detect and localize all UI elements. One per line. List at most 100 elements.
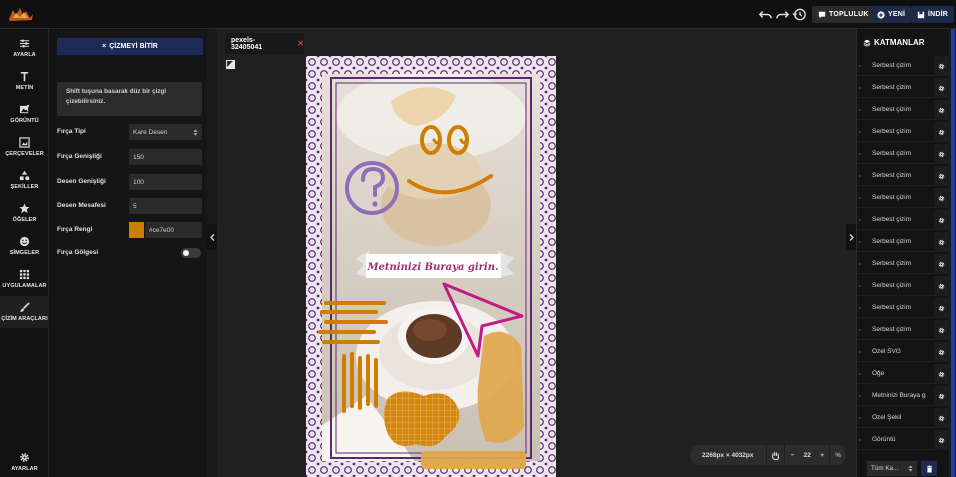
sidebar-label: SİMGELER <box>9 250 40 256</box>
sidebar-item-drawing-tools[interactable]: ÇİZİM ARAÇLARI <box>0 296 49 328</box>
layer-settings-button[interactable] <box>934 320 949 340</box>
sidebar-item-apps[interactable]: UYGULAMALAR <box>0 263 49 295</box>
collapse-left-panel-button[interactable] <box>207 224 217 250</box>
brush-width-input[interactable]: 150 <box>129 149 202 165</box>
layer-settings-button[interactable] <box>934 276 949 296</box>
delete-layers-button[interactable] <box>921 461 937 476</box>
layer-name: Serbest çizim <box>872 282 912 289</box>
pattern-width-input[interactable]: 100 <box>129 174 202 190</box>
sidebar-item-frames[interactable]: ÇERÇEVELER <box>0 131 49 163</box>
layer-row[interactable]: Serbest çizim <box>857 78 949 98</box>
finish-drawing-button[interactable]: × ÇİZMEYİ BİTİR <box>57 38 203 55</box>
finish-drawing-label: ÇİZMEYİ BİTİR <box>109 43 158 50</box>
layer-settings-button[interactable] <box>934 364 949 384</box>
layer-settings-button[interactable] <box>934 78 949 98</box>
sidebar-item-adjust[interactable]: AYARLA <box>0 32 49 64</box>
brush-color-swatch[interactable] <box>129 222 144 238</box>
layer-name: Özel Şekil <box>872 414 902 421</box>
sidebar-item-image[interactable]: GÖRÜNTÜ <box>0 98 49 130</box>
layer-row[interactable]: Serbest çizim <box>857 188 949 208</box>
layer-settings-button[interactable] <box>934 342 949 362</box>
collapse-right-panel-button[interactable] <box>846 224 856 250</box>
community-button[interactable]: TOPLULUK <box>812 6 875 23</box>
layer-settings-button[interactable] <box>934 232 949 252</box>
layer-row[interactable]: Öğe <box>857 364 949 384</box>
top-bar: TOPLULUK YENİ İNDİR <box>0 0 956 29</box>
shapes-icon <box>19 170 30 181</box>
sidebar-item-shapes[interactable]: ŞEKİLLER <box>0 164 49 196</box>
layer-settings-button[interactable] <box>934 144 949 164</box>
history-icon[interactable] <box>792 7 807 22</box>
sidebar-item-icons[interactable]: SİMGELER <box>0 230 49 262</box>
diagonal-pattern-stroke <box>477 331 524 443</box>
layer-visibility-dot <box>859 109 861 111</box>
pattern-distance-input[interactable]: 5 <box>129 198 202 214</box>
layer-settings-button[interactable] <box>934 430 949 450</box>
scrollbar-thumb[interactable] <box>951 29 955 477</box>
layers-scrollbar[interactable] <box>949 29 956 477</box>
layer-row[interactable]: Serbest çizim <box>857 144 949 164</box>
zoom-out-button[interactable]: − <box>785 445 799 465</box>
layer-settings-button[interactable] <box>934 254 949 274</box>
redo-icon[interactable] <box>775 7 790 22</box>
brush-shadow-toggle[interactable] <box>181 248 201 258</box>
design-artboard[interactable]: Metninizi Buraya girin. <box>306 56 556 477</box>
canvas-corner-icon[interactable] <box>226 60 235 69</box>
canvas-tab[interactable]: pexels-32405041 ✕ <box>225 33 304 54</box>
sidebar-item-settings[interactable]: AYARLAR <box>0 446 49 477</box>
layer-row[interactable]: Görüntü <box>857 430 949 450</box>
select-arrows-icon <box>193 129 198 135</box>
layer-settings-button[interactable] <box>934 56 949 76</box>
layer-visibility-dot <box>859 65 861 67</box>
layer-row[interactable]: Serbest çizim <box>857 122 949 142</box>
gear-icon <box>938 85 945 91</box>
pan-hand-button[interactable] <box>767 445 785 465</box>
layer-settings-button[interactable] <box>934 408 949 428</box>
sidebar-item-text[interactable]: METİN <box>0 65 49 97</box>
layer-settings-button[interactable] <box>934 386 949 406</box>
layer-settings-button[interactable] <box>934 166 949 186</box>
download-label: İNDİR <box>928 11 949 18</box>
gear-icon <box>938 305 945 311</box>
layer-row[interactable]: Serbest çizim <box>857 100 949 120</box>
brush-color-label: Fırça Rengi <box>57 226 93 233</box>
layer-row[interactable]: Serbest çizim <box>857 210 949 230</box>
sidebar-item-elements[interactable]: ÖĞELER <box>0 197 49 229</box>
app-logo[interactable] <box>8 6 34 22</box>
brush-type-select[interactable]: Kare Desen <box>129 124 202 140</box>
layer-settings-button[interactable] <box>934 188 949 208</box>
close-tab-icon[interactable]: ✕ <box>297 39 304 48</box>
layer-row[interactable]: Serbest çizim <box>857 232 949 252</box>
layer-row[interactable]: Serbest çizim <box>857 166 949 186</box>
zoom-bar: 2268px × 4032px − 22 + % <box>690 445 846 465</box>
undo-icon[interactable] <box>758 7 773 22</box>
layer-settings-button[interactable] <box>934 298 949 318</box>
zoom-in-button[interactable]: + <box>815 445 829 465</box>
layer-row[interactable]: Serbest çizim <box>857 276 949 296</box>
canvas-tab-title: pexels-32405041 <box>231 36 263 51</box>
layer-filter-select[interactable]: Tüm Ka... <box>867 461 917 476</box>
layer-row[interactable]: Serbest çizim <box>857 320 949 340</box>
layer-row[interactable]: Serbest çizim <box>857 56 949 76</box>
layer-row[interactable]: Özel SVG <box>857 342 949 362</box>
layer-row[interactable]: Metninizi Buraya g <box>857 386 949 406</box>
brush-color-input[interactable]: #ce7e00 <box>145 222 202 238</box>
layer-row[interactable]: Serbest çizim <box>857 298 949 318</box>
gear-icon <box>938 371 945 377</box>
chevron-left-icon <box>209 233 214 241</box>
layer-row[interactable]: Serbest çizim <box>857 254 949 274</box>
bottom-pattern-stroke <box>421 451 526 469</box>
trash-icon <box>926 465 932 472</box>
new-button[interactable]: YENİ <box>871 6 912 23</box>
layer-settings-button[interactable] <box>934 210 949 230</box>
gear-icon <box>938 437 945 443</box>
download-button[interactable]: İNDİR <box>911 6 955 23</box>
gear-icon <box>938 327 945 333</box>
layer-visibility-dot <box>859 197 861 199</box>
layer-name: Serbest çizim <box>872 172 912 179</box>
plus-icon: + <box>820 451 825 459</box>
layer-row[interactable]: Özel Şekil <box>857 408 949 428</box>
layer-settings-button[interactable] <box>934 100 949 120</box>
layer-settings-button[interactable] <box>934 122 949 142</box>
zoom-level[interactable]: 22 <box>799 445 815 465</box>
